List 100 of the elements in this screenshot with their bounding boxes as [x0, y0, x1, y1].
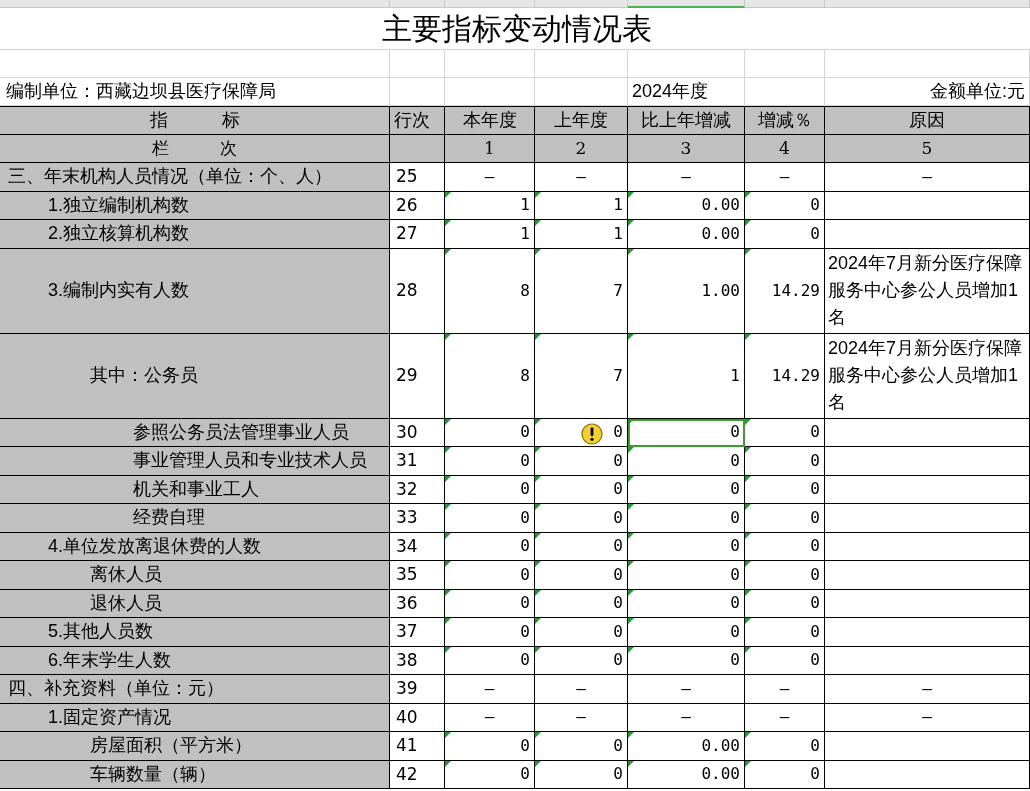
table-cell[interactable]	[825, 447, 1030, 476]
table-cell[interactable]: —	[628, 703, 745, 732]
table-cell[interactable]: —	[745, 675, 825, 704]
table-cell[interactable]: 0	[745, 475, 825, 504]
table-cell[interactable]: 0	[535, 504, 628, 533]
table-cell[interactable]: 1	[535, 191, 628, 220]
table-cell[interactable]: 0	[628, 504, 745, 533]
year-label: 2024年度	[632, 80, 709, 103]
table-cell[interactable]: —	[628, 163, 745, 192]
table-cell[interactable]: 1	[445, 220, 535, 249]
table-cell[interactable]: —	[445, 163, 535, 192]
table-cell[interactable]: 0	[745, 447, 825, 476]
table-cell[interactable]: 0	[445, 504, 535, 533]
table-cell[interactable]: 0	[445, 447, 535, 476]
table-cell[interactable]: —	[535, 703, 628, 732]
table-cell[interactable]: 0	[745, 561, 825, 590]
table-cell[interactable]	[825, 532, 1030, 561]
table-cell[interactable]	[825, 504, 1030, 533]
table-cell[interactable]: 0	[628, 618, 745, 647]
table-cell[interactable]: —	[628, 675, 745, 704]
table-cell[interactable]: 0	[535, 589, 628, 618]
column-header: 比上年增减	[641, 109, 731, 132]
table-cell[interactable]	[825, 589, 1030, 618]
table-cell[interactable]	[825, 732, 1030, 761]
table-cell[interactable]: 0	[745, 732, 825, 761]
table-cell[interactable]: 0.00	[628, 191, 745, 220]
table-cell[interactable]: 8	[445, 333, 535, 419]
column-header-cell[interactable]	[390, 0, 445, 8]
table-cell[interactable]: 0	[745, 618, 825, 647]
table-cell[interactable]: 0	[535, 618, 628, 647]
table-cell[interactable]: 0	[628, 589, 745, 618]
table-cell[interactable]: —	[445, 675, 535, 704]
table-cell[interactable]: 7	[535, 333, 628, 419]
table-cell[interactable]: 0	[628, 561, 745, 590]
table-cell[interactable]: —	[745, 163, 825, 192]
table-cell[interactable]: 0	[535, 532, 628, 561]
table-cell[interactable]: 0	[535, 561, 628, 590]
table-cell[interactable]: 1	[445, 191, 535, 220]
table-cell[interactable]: 0.00	[628, 760, 745, 789]
column-header-cell[interactable]	[535, 0, 628, 8]
error-flag-icon	[535, 532, 541, 539]
column-header-cell[interactable]	[628, 0, 745, 8]
column-header-cell[interactable]	[445, 0, 535, 8]
table-cell[interactable]	[825, 760, 1030, 789]
table-cell[interactable]	[390, 135, 445, 163]
table-cell[interactable]: 0	[628, 646, 745, 675]
table-cell[interactable]: 1	[535, 220, 628, 249]
table-cell[interactable]: 0	[445, 532, 535, 561]
table-cell[interactable]: 0	[745, 191, 825, 220]
table-cell[interactable]: 8	[445, 248, 535, 334]
table-cell[interactable]: 0	[745, 532, 825, 561]
table-cell[interactable]: 0	[745, 418, 825, 447]
table-cell[interactable]: 1	[628, 333, 745, 419]
table-cell[interactable]: —	[745, 703, 825, 732]
table-cell[interactable]: 0	[628, 418, 745, 447]
table-cell[interactable]: —	[535, 675, 628, 704]
warning-icon[interactable]	[581, 422, 603, 445]
table-cell[interactable]: 0	[745, 220, 825, 249]
table-cell[interactable]: 0	[445, 561, 535, 590]
table-cell[interactable]: 0	[535, 646, 628, 675]
table-cell[interactable]: —	[535, 163, 628, 192]
row-label: 6.年末学生人数	[48, 648, 171, 672]
column-header-cell[interactable]	[745, 0, 825, 8]
table-cell[interactable]: 7	[535, 248, 628, 334]
error-flag-icon	[745, 248, 751, 255]
table-cell[interactable]: 0.00	[628, 220, 745, 249]
table-cell[interactable]: 0	[628, 475, 745, 504]
table-cell[interactable]: 0	[535, 447, 628, 476]
column-header-cell[interactable]	[0, 0, 390, 8]
table-cell[interactable]: 1.00	[628, 248, 745, 334]
table-cell[interactable]	[825, 418, 1030, 447]
table-cell[interactable]: 14.29	[745, 248, 825, 334]
table-cell[interactable]: —	[445, 703, 535, 732]
table-cell[interactable]: 0	[535, 732, 628, 761]
table-cell[interactable]	[825, 618, 1030, 647]
table-cell[interactable]: 0	[535, 418, 628, 447]
table-cell[interactable]: 0	[628, 447, 745, 476]
table-cell[interactable]: 0	[445, 418, 535, 447]
table-cell[interactable]	[825, 561, 1030, 590]
table-cell[interactable]	[825, 220, 1030, 249]
table-cell[interactable]: 0	[445, 732, 535, 761]
table-cell[interactable]: 14.29	[745, 333, 825, 419]
table-cell[interactable]	[825, 646, 1030, 675]
table-cell[interactable]: 0	[535, 475, 628, 504]
row-label: 3.编制内实有人数	[48, 279, 189, 302]
table-cell[interactable]: 0.00	[628, 732, 745, 761]
table-cell[interactable]: 0	[445, 760, 535, 789]
table-cell[interactable]: 0	[445, 618, 535, 647]
table-cell[interactable]: 0	[628, 532, 745, 561]
table-cell[interactable]: 0	[745, 504, 825, 533]
table-cell[interactable]: 0	[445, 646, 535, 675]
table-cell[interactable]	[825, 475, 1030, 504]
table-cell[interactable]: 0	[535, 760, 628, 789]
table-cell[interactable]	[825, 191, 1030, 220]
table-cell[interactable]: 0	[745, 646, 825, 675]
table-cell[interactable]: 0	[745, 589, 825, 618]
table-cell[interactable]: 0	[445, 589, 535, 618]
table-cell[interactable]: 0	[445, 475, 535, 504]
table-cell[interactable]: 0	[745, 760, 825, 789]
column-header-cell[interactable]	[825, 0, 1030, 8]
